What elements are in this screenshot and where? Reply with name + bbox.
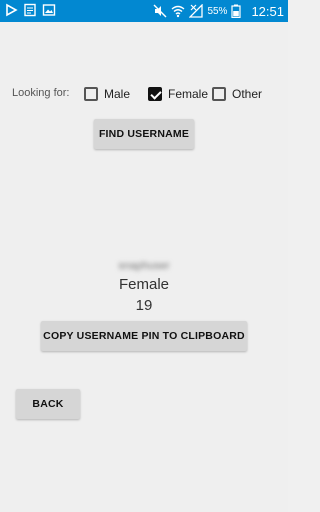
clock: 12:51 xyxy=(251,3,284,19)
battery-percent: 55% xyxy=(207,5,228,17)
checkbox-female[interactable]: Female xyxy=(148,84,208,104)
gallery-icon xyxy=(42,3,56,17)
mute-icon xyxy=(153,4,167,18)
other-checkbox-box[interactable] xyxy=(212,87,226,101)
signal-icon xyxy=(188,3,204,18)
female-checkbox-box[interactable] xyxy=(148,87,162,101)
result-username: snaphuser xyxy=(118,260,170,272)
female-checkbox-label[interactable]: Female xyxy=(168,87,208,101)
checkbox-other[interactable]: Other xyxy=(212,84,262,104)
looking-for-row: Looking for: Male Female Other xyxy=(0,84,288,104)
wifi-icon xyxy=(171,4,185,18)
copy-username-pin-button[interactable]: COPY USERNAME PIN TO CLIPBOARD xyxy=(41,321,247,351)
other-checkbox-label[interactable]: Other xyxy=(232,87,262,101)
male-checkbox-box[interactable] xyxy=(84,87,98,101)
male-checkbox-label[interactable]: Male xyxy=(104,87,130,101)
checkbox-male[interactable]: Male xyxy=(84,84,130,104)
result-gender: Female xyxy=(118,276,170,293)
result-age: 19 xyxy=(135,297,153,314)
back-button[interactable]: BACK xyxy=(16,389,80,419)
looking-for-label: Looking for: xyxy=(12,87,70,99)
app-screen: 55% 12:51 Looking for: Male Female Other… xyxy=(0,0,288,512)
status-bar-right: 55% 12:51 xyxy=(153,3,284,19)
find-username-button[interactable]: FIND USERNAME xyxy=(94,119,194,149)
status-bar: 55% 12:51 xyxy=(0,0,288,22)
notes-icon xyxy=(23,3,37,17)
battery-icon xyxy=(231,4,245,19)
play-store-icon xyxy=(4,3,18,17)
status-bar-left xyxy=(4,3,56,17)
